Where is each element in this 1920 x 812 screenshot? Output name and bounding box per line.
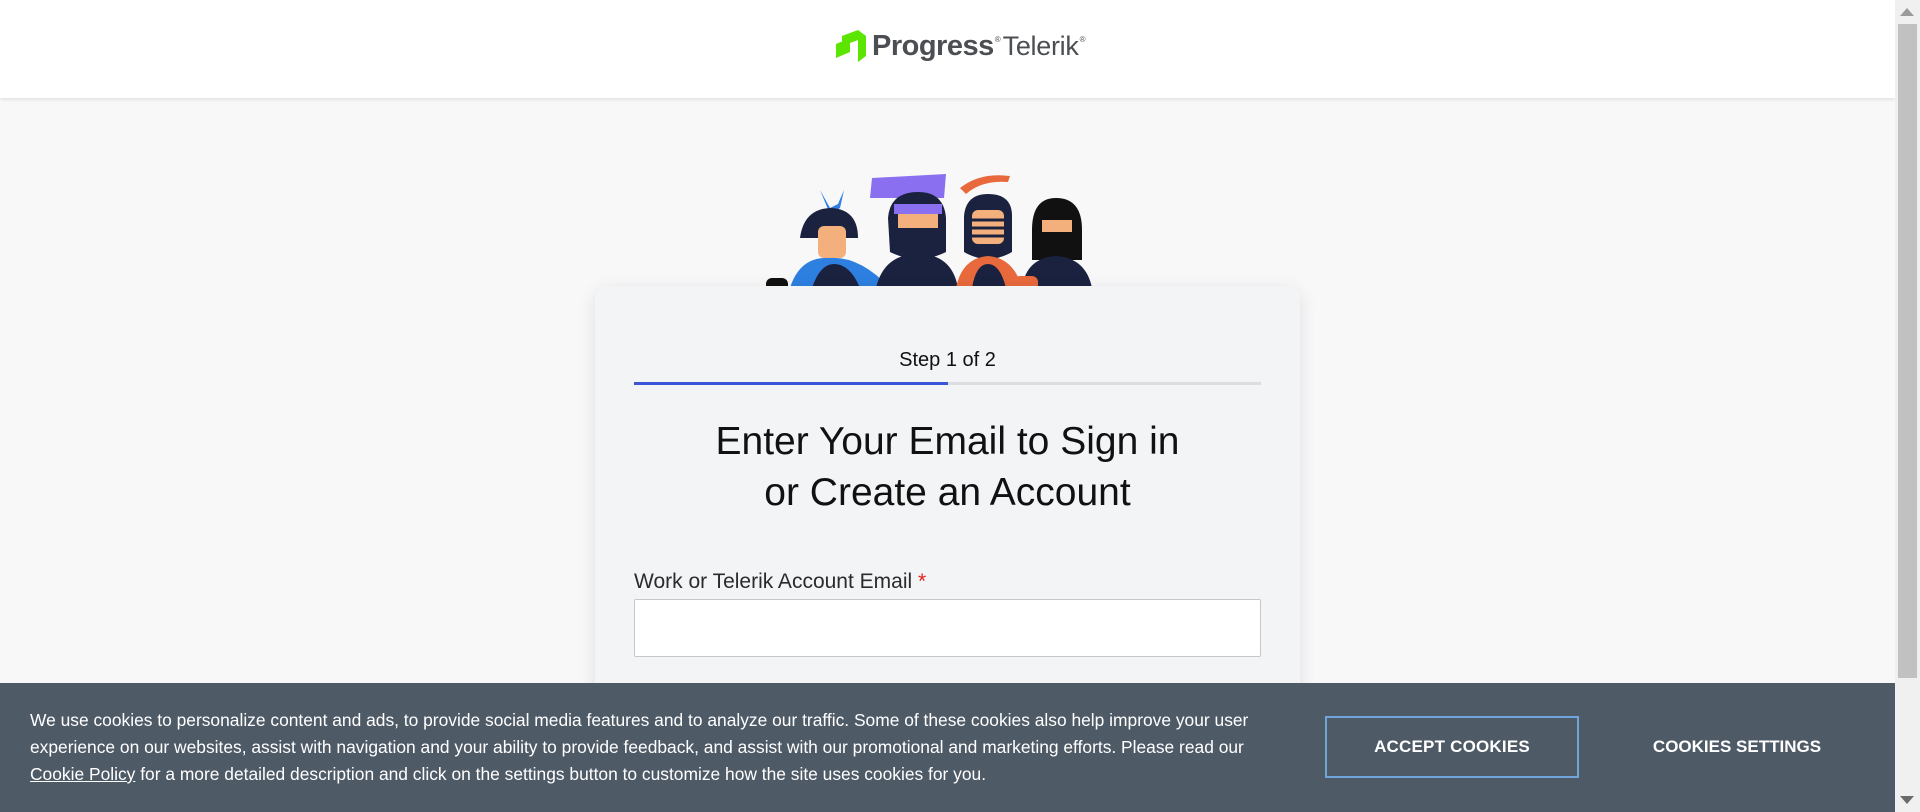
cookie-policy-link[interactable]: Cookie Policy xyxy=(30,764,135,784)
email-label-text: Work or Telerik Account Email xyxy=(634,570,913,593)
page-title-line-1: Enter Your Email to Sign in xyxy=(715,420,1180,463)
step-progress-fill xyxy=(634,382,948,385)
progress-logo-icon xyxy=(836,30,866,62)
cookies-settings-button[interactable]: COOKIES SETTINGS xyxy=(1620,716,1854,778)
email-field[interactable] xyxy=(634,599,1261,657)
scroll-down-icon[interactable] xyxy=(1900,796,1914,804)
cookie-notice-text: We use cookies to personalize content an… xyxy=(30,707,1270,788)
logo-registered-mark-2: ® xyxy=(1079,34,1086,44)
site-header: Progress ® Telerik ® xyxy=(0,0,1895,98)
step-indicator: Step 1 of 2 xyxy=(899,349,996,371)
logo-product-text: Telerik xyxy=(1002,30,1079,61)
scroll-up-icon[interactable] xyxy=(1900,8,1914,16)
page-title-line-2: or Create an Account xyxy=(764,471,1131,514)
required-marker: * xyxy=(918,570,927,593)
sign-in-card: Step 1 of 2 Enter Your Email to Sign in … xyxy=(595,286,1300,746)
cookie-text-part-1: We use cookies to personalize content an… xyxy=(30,710,1249,757)
email-field-label: Work or Telerik Account Email * xyxy=(634,570,926,594)
page-title: Enter Your Email to Sign in or Create an… xyxy=(595,416,1300,518)
accept-cookies-button[interactable]: ACCEPT COOKIES xyxy=(1325,716,1579,778)
progress-telerik-logo[interactable]: Progress ® Telerik ® xyxy=(836,26,1085,66)
logo-registered-mark: ® xyxy=(994,34,1001,44)
scrollbar-thumb[interactable] xyxy=(1898,24,1917,678)
cookie-text-part-2: for a more detailed description and clic… xyxy=(135,764,987,784)
step-progress-bar xyxy=(634,382,1261,385)
page-scrollbar[interactable] xyxy=(1895,0,1920,812)
ninja-mascots-illustration xyxy=(766,174,1092,292)
cookie-banner: We use cookies to personalize content an… xyxy=(0,683,1895,812)
logo-brand-text: Progress xyxy=(872,29,994,62)
